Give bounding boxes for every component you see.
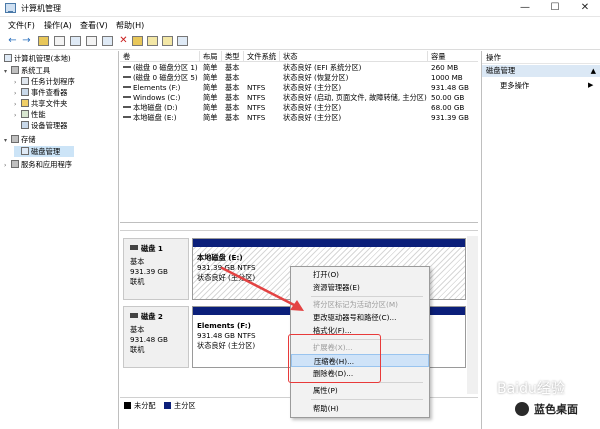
volume-row[interactable]: Elements (F:) 简单 基本 NTFS 状态良好 (主分区) 931.… xyxy=(120,83,478,93)
shared-folder-icon xyxy=(21,99,29,107)
primary-partition-swatch xyxy=(164,402,171,409)
volume-icon xyxy=(123,96,131,98)
navigation-tree: 计算机管理(本地) ▾ 系统工具 › 任务计划程序 › 事件查看器 › 共享文件夹 › 性… xyxy=(0,51,119,429)
volume-row[interactable]: Windows (C:) 简单 基本 NTFS 状态良好 (启动, 页面文件, … xyxy=(120,93,478,103)
baidu-watermark: Baidu经验 xyxy=(497,381,565,397)
menu-separator xyxy=(311,296,423,297)
column-volume[interactable]: 卷 xyxy=(120,51,200,62)
disk-icon xyxy=(130,245,138,250)
pane-divider[interactable] xyxy=(120,230,478,231)
toolbar: ← → ✕ xyxy=(0,32,600,50)
annotation-highlight-box xyxy=(288,334,381,383)
menu-view[interactable]: 查看(V) xyxy=(80,20,108,31)
column-status[interactable]: 状态 xyxy=(280,51,428,62)
menu-help[interactable]: 帮助(H) xyxy=(116,20,144,31)
tree-item-task-scheduler[interactable]: › 任务计划程序 xyxy=(14,76,75,87)
tools-icon xyxy=(11,66,19,74)
volume-row[interactable]: 本地磁盘 (D:) 简单 基本 NTFS 状态良好 (主分区) 68.00 GB xyxy=(120,103,478,113)
menu-action[interactable]: 操作(A) xyxy=(44,20,72,31)
disk-management-icon xyxy=(21,147,29,155)
computer-management-icon xyxy=(5,3,16,13)
disk-icon xyxy=(130,313,138,318)
minimize-button[interactable]: — xyxy=(510,0,540,17)
console-icon[interactable] xyxy=(70,36,81,46)
disk-1-info[interactable]: 磁盘 1 基本 931.39 GB 联机 xyxy=(123,238,189,300)
actions-pane: 操作 磁盘管理 ▲ 更多操作 ▶ xyxy=(481,51,600,429)
back-arrow-icon[interactable]: ← xyxy=(6,34,19,47)
volume-icon xyxy=(123,76,131,78)
connect-icon[interactable] xyxy=(102,36,113,46)
menu-item-properties[interactable]: 属性(P) xyxy=(291,384,429,397)
primary-partition-bar xyxy=(193,239,465,247)
actions-header: 操作 xyxy=(482,51,600,64)
menu-item-explorer[interactable]: 资源管理器(E) xyxy=(291,281,429,294)
disk-2-info[interactable]: 磁盘 2 基本 931.48 GB 联机 xyxy=(123,306,189,368)
more-actions-arrow-icon[interactable]: ▶ xyxy=(588,81,593,89)
volume-list: 卷 布局 类型 文件系统 状态 容量 (磁盘 0 磁盘分区 1) 简单 基本 状… xyxy=(120,51,478,223)
services-icon xyxy=(11,160,19,168)
collapse-arrow-icon[interactable]: ▲ xyxy=(591,65,596,77)
window-title: 计算机管理 xyxy=(21,4,61,13)
watermark-channel: 蓝色桌面 xyxy=(534,403,578,416)
forward-arrow-icon[interactable]: → xyxy=(20,34,33,47)
title-bar: 计算机管理 — ☐ ✕ xyxy=(0,0,600,17)
tree-root[interactable]: 计算机管理(本地) xyxy=(4,53,71,64)
new-document-icon[interactable] xyxy=(162,36,173,46)
actions-disk-management[interactable]: 磁盘管理 ▲ xyxy=(482,65,600,77)
more-actions-item[interactable]: 更多操作 xyxy=(500,81,529,91)
tree-item-system-tools[interactable]: ▾ 系统工具 xyxy=(4,65,50,76)
folder-icon[interactable] xyxy=(147,36,158,46)
volume-list-header: 卷 布局 类型 文件系统 状态 容量 xyxy=(120,51,478,62)
maximize-button[interactable]: ☐ xyxy=(540,0,570,17)
tree-item-performance[interactable]: › 性能 xyxy=(14,109,46,120)
storage-icon xyxy=(11,135,19,143)
menu-item-open[interactable]: 打开(O) xyxy=(291,268,429,281)
show-hide-tree-icon[interactable] xyxy=(54,36,65,46)
folder-up-icon[interactable] xyxy=(38,36,49,46)
wechat-icon xyxy=(515,402,529,416)
menu-file[interactable]: 文件(F) xyxy=(8,20,35,31)
performance-icon xyxy=(21,110,29,118)
tree-item-shared-folders[interactable]: › 共享文件夹 xyxy=(14,98,67,109)
close-button[interactable]: ✕ xyxy=(570,0,600,17)
volume-row[interactable]: 本地磁盘 (E:) 简单 基本 NTFS 状态良好 (主分区) 931.39 G… xyxy=(120,113,478,123)
volume-row[interactable]: (磁盘 0 磁盘分区 5) 简单 基本 状态良好 (恢复分区) 1000 MB xyxy=(120,73,478,83)
volume-icon xyxy=(123,66,131,68)
event-log-icon xyxy=(21,88,29,96)
column-capacity[interactable]: 容量 xyxy=(428,51,478,62)
column-filesystem[interactable]: 文件系统 xyxy=(244,51,280,62)
volume-row[interactable]: (磁盘 0 磁盘分区 1) 简单 基本 状态良好 (EFI 系统分区) 260 … xyxy=(120,63,478,73)
volume-icon xyxy=(123,106,131,108)
menu-item-mark-active: 将分区标记为活动分区(M) xyxy=(313,300,398,309)
delete-icon[interactable]: ✕ xyxy=(117,34,130,47)
view-icon[interactable] xyxy=(177,36,188,46)
tree-item-disk-management[interactable]: 磁盘管理 xyxy=(14,146,74,157)
checked-icon[interactable] xyxy=(132,36,143,46)
tree-item-storage[interactable]: ▾ 存储 xyxy=(4,134,36,145)
menu-bar: 文件(F) 操作(A) 查看(V) 帮助(H) xyxy=(0,18,600,32)
tree-item-device-manager[interactable]: 设备管理器 xyxy=(14,120,67,131)
tree-item-event-viewer[interactable]: › 事件查看器 xyxy=(14,87,67,98)
device-manager-icon xyxy=(21,121,29,129)
computer-icon xyxy=(4,54,12,62)
menu-item-change-drive-letter[interactable]: 更改驱动器号和路径(C)... xyxy=(291,311,429,324)
properties-icon[interactable] xyxy=(86,36,97,46)
disk-view-scrollbar[interactable] xyxy=(467,236,478,394)
tree-item-services-apps[interactable]: › 服务和应用程序 xyxy=(4,159,72,170)
volume-icon xyxy=(123,116,131,118)
menu-item-help[interactable]: 帮助(H) xyxy=(291,402,429,415)
column-layout[interactable]: 布局 xyxy=(200,51,222,62)
volume-icon xyxy=(123,86,131,88)
unallocated-swatch xyxy=(124,402,131,409)
column-type[interactable]: 类型 xyxy=(222,51,244,62)
clock-icon xyxy=(21,77,29,85)
menu-separator xyxy=(311,399,423,400)
